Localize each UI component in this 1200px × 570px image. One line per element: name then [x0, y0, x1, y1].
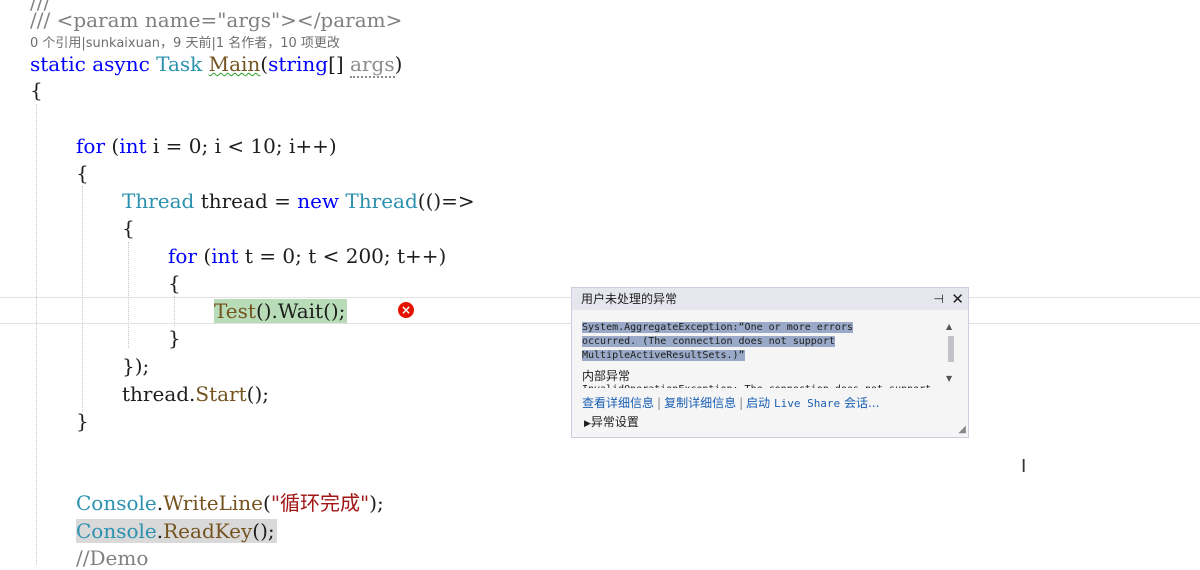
- code-line-brace: }: [76, 409, 89, 433]
- code-line-thread-end: });: [122, 354, 150, 378]
- keyword: new: [297, 189, 340, 213]
- exception-message-line: System.AggregateException:“One or more e…: [582, 322, 853, 333]
- close-icon[interactable]: ✕: [951, 288, 964, 310]
- code-line-brace: {: [30, 78, 43, 102]
- indent-guide: [36, 104, 37, 565]
- exception-popup: 用户未处理的异常 ⊣ ✕ System.AggregateException:“…: [571, 287, 969, 438]
- indent-guide: [174, 296, 175, 326]
- scroll-down-icon[interactable]: ▼: [946, 374, 952, 383]
- pin-icon[interactable]: ⊣: [934, 288, 944, 310]
- type-name: Console: [76, 491, 157, 515]
- parameter-args[interactable]: args: [350, 52, 395, 78]
- code-line-brace: {: [168, 271, 181, 295]
- code-line-brace: {: [122, 216, 135, 240]
- start-live-share-link[interactable]: 启动 Live Share 会话...: [746, 396, 879, 410]
- indent-guide: [82, 186, 83, 412]
- method-name-readkey: ReadKey: [163, 519, 253, 543]
- code-line-for-inner: for (int t = 0; t < 200; t++): [168, 244, 446, 268]
- code-text: i = 0; i < 10; i++): [146, 134, 337, 158]
- code-line-brace: }: [168, 326, 181, 350]
- code-text: thread =: [194, 189, 298, 213]
- expand-triangle-icon: ▶: [584, 419, 591, 429]
- code-text: thread.: [122, 382, 196, 406]
- keyword: for: [168, 244, 198, 268]
- message-scrollbar[interactable]: ▲ ▼: [946, 322, 956, 384]
- exception-message[interactable]: System.AggregateException:“One or more e…: [582, 321, 932, 363]
- code-text: t = 0; t < 200; t++): [238, 244, 447, 268]
- code-text: ();: [246, 382, 270, 406]
- inner-exception-label: 内部异常: [582, 369, 631, 383]
- code-line-thread-start: thread.Start();: [122, 382, 269, 406]
- punct: ): [394, 52, 403, 76]
- keyword: int: [211, 244, 239, 268]
- copy-details-link[interactable]: 复制详细信息: [664, 396, 736, 410]
- codelens-info[interactable]: 0 个引用|sunkaixuan，9 天前|1 名作者，10 项更改: [30, 32, 340, 51]
- exception-popup-title: 用户未处理的异常: [581, 292, 678, 306]
- method-name-writeline: WriteLine: [163, 491, 264, 515]
- string-literal: "循环完成": [270, 491, 370, 515]
- keyword: int: [119, 134, 147, 158]
- code-line-writeline: Console.WriteLine("循环完成");: [76, 491, 384, 515]
- exception-settings-label: 异常设置: [590, 415, 639, 429]
- punct: (: [197, 244, 212, 268]
- code-line-readkey: Console.ReadKey();: [76, 519, 277, 543]
- code-line-main-signature: static async Task Main(string[] args): [30, 52, 403, 78]
- keyword: for: [76, 134, 106, 158]
- keyword: string: [268, 52, 329, 76]
- error-icon[interactable]: ×: [398, 302, 414, 318]
- exception-settings-toggle[interactable]: ▶异常设置: [584, 413, 639, 430]
- keyword: async: [92, 52, 150, 76]
- code-line-for-outer: for (int i = 0; i < 10; i++): [76, 134, 337, 158]
- exception-popup-header: 用户未处理的异常 ⊣ ✕: [572, 288, 968, 310]
- code-line-brace: {: [76, 161, 89, 185]
- code-text: (()=>: [417, 189, 475, 213]
- code-line-thread-new: Thread thread = new Thread(()=>: [122, 189, 475, 213]
- type-name: Thread: [345, 189, 418, 213]
- code-text: ().Wait();: [255, 299, 346, 323]
- keyword: static: [30, 52, 86, 76]
- type-name: Console: [76, 519, 157, 543]
- scroll-thumb[interactable]: [948, 336, 954, 362]
- method-name-start: Start: [195, 382, 247, 406]
- punct: );: [369, 491, 384, 515]
- exception-message-line: occurred. (The connection does not suppo…: [582, 336, 835, 347]
- view-details-link[interactable]: 查看详细信息: [582, 396, 654, 410]
- inner-exception-text: InvalidOperationException: The connectio…: [582, 383, 932, 388]
- punct: []: [328, 52, 351, 76]
- code-line-current-statement[interactable]: Test().Wait();: [214, 299, 348, 323]
- indent-guide: [128, 242, 129, 348]
- text-cursor-icon: I: [1021, 456, 1027, 477]
- punct: (: [260, 52, 269, 76]
- punct: (: [105, 134, 120, 158]
- type-name: Thread: [122, 189, 195, 213]
- punct: (: [263, 491, 271, 515]
- punct: ();: [252, 519, 275, 543]
- exception-links: 查看详细信息 | 复制详细信息 | 启动 Live Share 会话...: [582, 396, 880, 410]
- exception-message-line: MultipleActiveResultSets.)”: [582, 350, 745, 361]
- method-name-test: Test: [214, 299, 256, 323]
- type-name: Task: [156, 52, 203, 76]
- scroll-up-icon[interactable]: ▲: [946, 322, 952, 331]
- method-name-main[interactable]: Main: [209, 52, 261, 76]
- code-line-param-comment: /// <param name="args"></param>: [30, 8, 403, 32]
- resize-grip-icon[interactable]: ◢: [958, 424, 966, 435]
- code-line-demo-comment: //Demo: [76, 546, 149, 570]
